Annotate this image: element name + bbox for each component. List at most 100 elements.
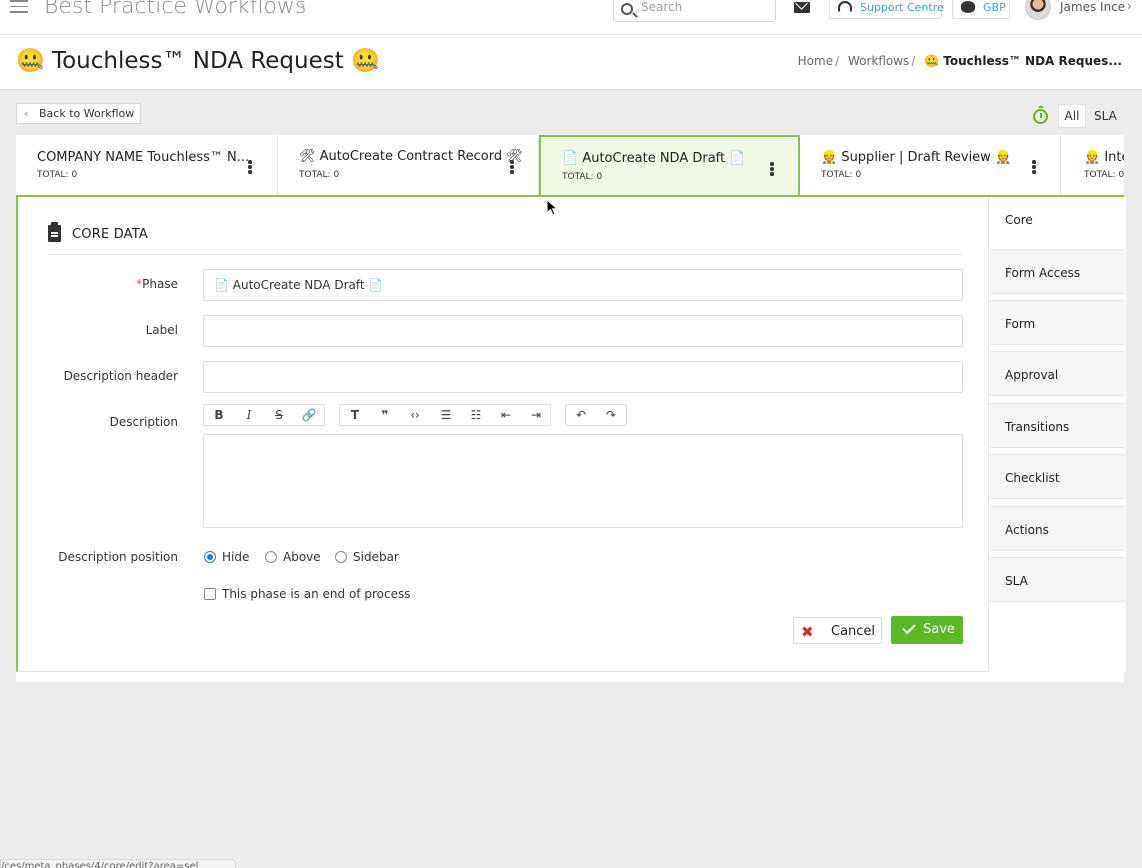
filter-sla-button[interactable]: SLA (1094, 109, 1117, 123)
phase-tab-total: TOTAL: 0 (299, 170, 340, 180)
kebab-menu-icon[interactable] (770, 162, 774, 176)
kebab-menu-icon[interactable] (510, 160, 514, 174)
kebab-menu-icon[interactable] (248, 160, 252, 174)
phase-tab-name: 👷 Inter (1084, 150, 1124, 165)
section-title: CORE DATA (72, 227, 148, 242)
breadcrumb-home[interactable]: Home (798, 54, 833, 68)
cancel-button[interactable]: ✖ Cancel (793, 617, 882, 644)
close-icon: ✖ (801, 623, 814, 641)
side-nav-transitions[interactable]: Transitions (990, 403, 1125, 448)
phase-tab[interactable]: COMPANY NAME Touchless™ N... TOTAL: 0 (16, 135, 278, 195)
toolbar-group-format: B I S 🔗 (203, 404, 325, 426)
italic-icon[interactable]: I (236, 407, 262, 424)
indent-icon[interactable]: ⇥ (523, 407, 549, 424)
outdent-icon[interactable]: ⇤ (493, 407, 519, 424)
coins-icon (961, 1, 975, 13)
label-input[interactable] (203, 315, 963, 347)
side-nav-actions[interactable]: Actions (990, 506, 1125, 551)
headset-icon (838, 1, 852, 13)
bold-icon[interactable]: B (206, 407, 232, 424)
filter-all-button[interactable]: All (1058, 104, 1086, 128)
back-to-workflow-button[interactable]: ‹ Back to Workflow (16, 103, 142, 124)
mouse-cursor-icon (546, 199, 558, 216)
page-header: 🤐 Touchless™ NDA Request 🤐 Home / Workflo… (0, 35, 1142, 90)
radio-hide[interactable] (204, 551, 216, 563)
radio-hide-label[interactable]: Hide (222, 550, 249, 564)
phase-label: *Phase (136, 277, 178, 291)
support-centre-label: Support Centre (860, 1, 944, 14)
core-data-header: CORE DATA (48, 222, 962, 255)
avatar[interactable] (1025, 0, 1051, 20)
currency-button[interactable]: GBP (952, 0, 1010, 19)
toolbar-group-history: ↶ ↷ (565, 404, 627, 426)
radio-above[interactable] (265, 551, 277, 563)
chevron-left-icon: ‹ (24, 107, 29, 120)
phase-tab[interactable]: 👷 Supplier | Draft Review 👷 TOTAL: 0 (800, 135, 1061, 195)
bullet-list-icon[interactable]: ☰ (433, 407, 459, 424)
user-name[interactable]: James Ince (1060, 0, 1125, 14)
undo-icon[interactable]: ↶ (568, 407, 594, 424)
stopwatch-icon (1033, 106, 1048, 124)
search-icon (621, 3, 633, 15)
top-bar: Best Practice Workflows › Support Centre… (0, 0, 1142, 35)
code-icon[interactable]: ‹› (402, 407, 428, 424)
breadcrumb-workflows[interactable]: Workflows (848, 54, 909, 68)
phase-tab-name: COMPANY NAME Touchless™ N... (37, 150, 250, 165)
side-nav-approval[interactable]: Approval (990, 351, 1125, 396)
phase-settings-nav: Core Form Access Form Approval Transitio… (988, 197, 1126, 672)
check-icon (902, 620, 916, 635)
phase-tab[interactable]: 🛠 AutoCreate Contract Record 🛠 TOTAL: 0 (278, 135, 539, 195)
envelope-icon[interactable] (794, 2, 810, 13)
numbered-list-icon[interactable]: ☷ (463, 407, 489, 424)
label-label: Label (145, 323, 178, 337)
phase-tab-total: TOTAL: 0 (1084, 170, 1124, 180)
save-label: Save (923, 622, 955, 637)
side-nav-sla[interactable]: SLA (990, 557, 1125, 602)
kebab-menu-icon[interactable] (1032, 160, 1036, 174)
side-nav-checklist[interactable]: Checklist (990, 454, 1125, 499)
description-header-input[interactable] (203, 361, 963, 393)
side-nav-form[interactable]: Form (990, 300, 1125, 345)
radio-above-label[interactable]: Above (283, 550, 321, 564)
phase-tab[interactable]: 👷 Inter TOTAL: 0 (1061, 135, 1124, 195)
side-nav-form-access[interactable]: Form Access (990, 249, 1125, 294)
currency-label: GBP (983, 1, 1006, 14)
side-nav-core[interactable]: Core (990, 197, 1125, 242)
search-input[interactable] (641, 0, 771, 14)
link-icon[interactable]: 🔗 (296, 407, 322, 424)
phase-tab-name: 🛠 AutoCreate Contract Record 🛠 (299, 149, 523, 164)
app-title[interactable]: Best Practice Workflows (44, 0, 306, 19)
save-button[interactable]: Save (891, 616, 963, 644)
description-position-label: Description position (58, 550, 178, 564)
description-label: Description (109, 415, 178, 429)
phase-tab-name: 👷 Supplier | Draft Review 👷 (821, 150, 1012, 165)
search-box[interactable] (613, 0, 776, 22)
end-of-process-label[interactable]: This phase is an end of process (222, 587, 410, 601)
breadcrumb: Home / Workflows / 🤐 Touchless™ NDA Reques… (797, 54, 1122, 68)
phase-tabs: COMPANY NAME Touchless™ N... TOTAL: 0 🛠 … (16, 135, 1124, 197)
clipboard-icon (48, 222, 61, 242)
description-editor[interactable] (203, 434, 963, 528)
strikethrough-icon[interactable]: S (266, 407, 292, 424)
cancel-label: Cancel (831, 624, 876, 639)
heading-icon[interactable]: T (342, 407, 368, 424)
breadcrumb-current: 🤐 Touchless™ NDA Reques... (924, 54, 1122, 68)
phase-tab-total: TOTAL: 0 (37, 170, 78, 180)
phase-value-field[interactable]: 📄 AutoCreate NDA Draft 📄 (203, 269, 963, 301)
description-header-label: Description header (63, 369, 178, 383)
chevron-right-icon[interactable]: › (1127, 0, 1132, 13)
radio-sidebar[interactable] (335, 551, 347, 563)
phase-tab-name: 📄 AutoCreate NDA Draft 📄 (562, 151, 746, 166)
quote-icon[interactable]: ❞ (372, 407, 398, 424)
phase-tab-total: TOTAL: 0 (562, 172, 603, 182)
phase-tab-active[interactable]: 📄 AutoCreate NDA Draft 📄 TOTAL: 0 (539, 135, 800, 195)
panel-footer (16, 672, 1124, 682)
status-bar-url: /ces/meta_phases/4/core/edit?area=sel (0, 859, 236, 868)
redo-icon[interactable]: ↷ (598, 407, 624, 424)
page-title: 🤐 Touchless™ NDA Request 🤐 (16, 48, 380, 74)
phase-edit-panel: CORE DATA *Phase 📄 AutoCreate NDA Draft … (16, 197, 1126, 672)
support-centre-button[interactable]: Support Centre (829, 0, 944, 19)
hamburger-menu-icon[interactable] (10, 0, 28, 14)
end-of-process-checkbox[interactable] (204, 588, 216, 600)
radio-sidebar-label[interactable]: Sidebar (353, 550, 399, 564)
